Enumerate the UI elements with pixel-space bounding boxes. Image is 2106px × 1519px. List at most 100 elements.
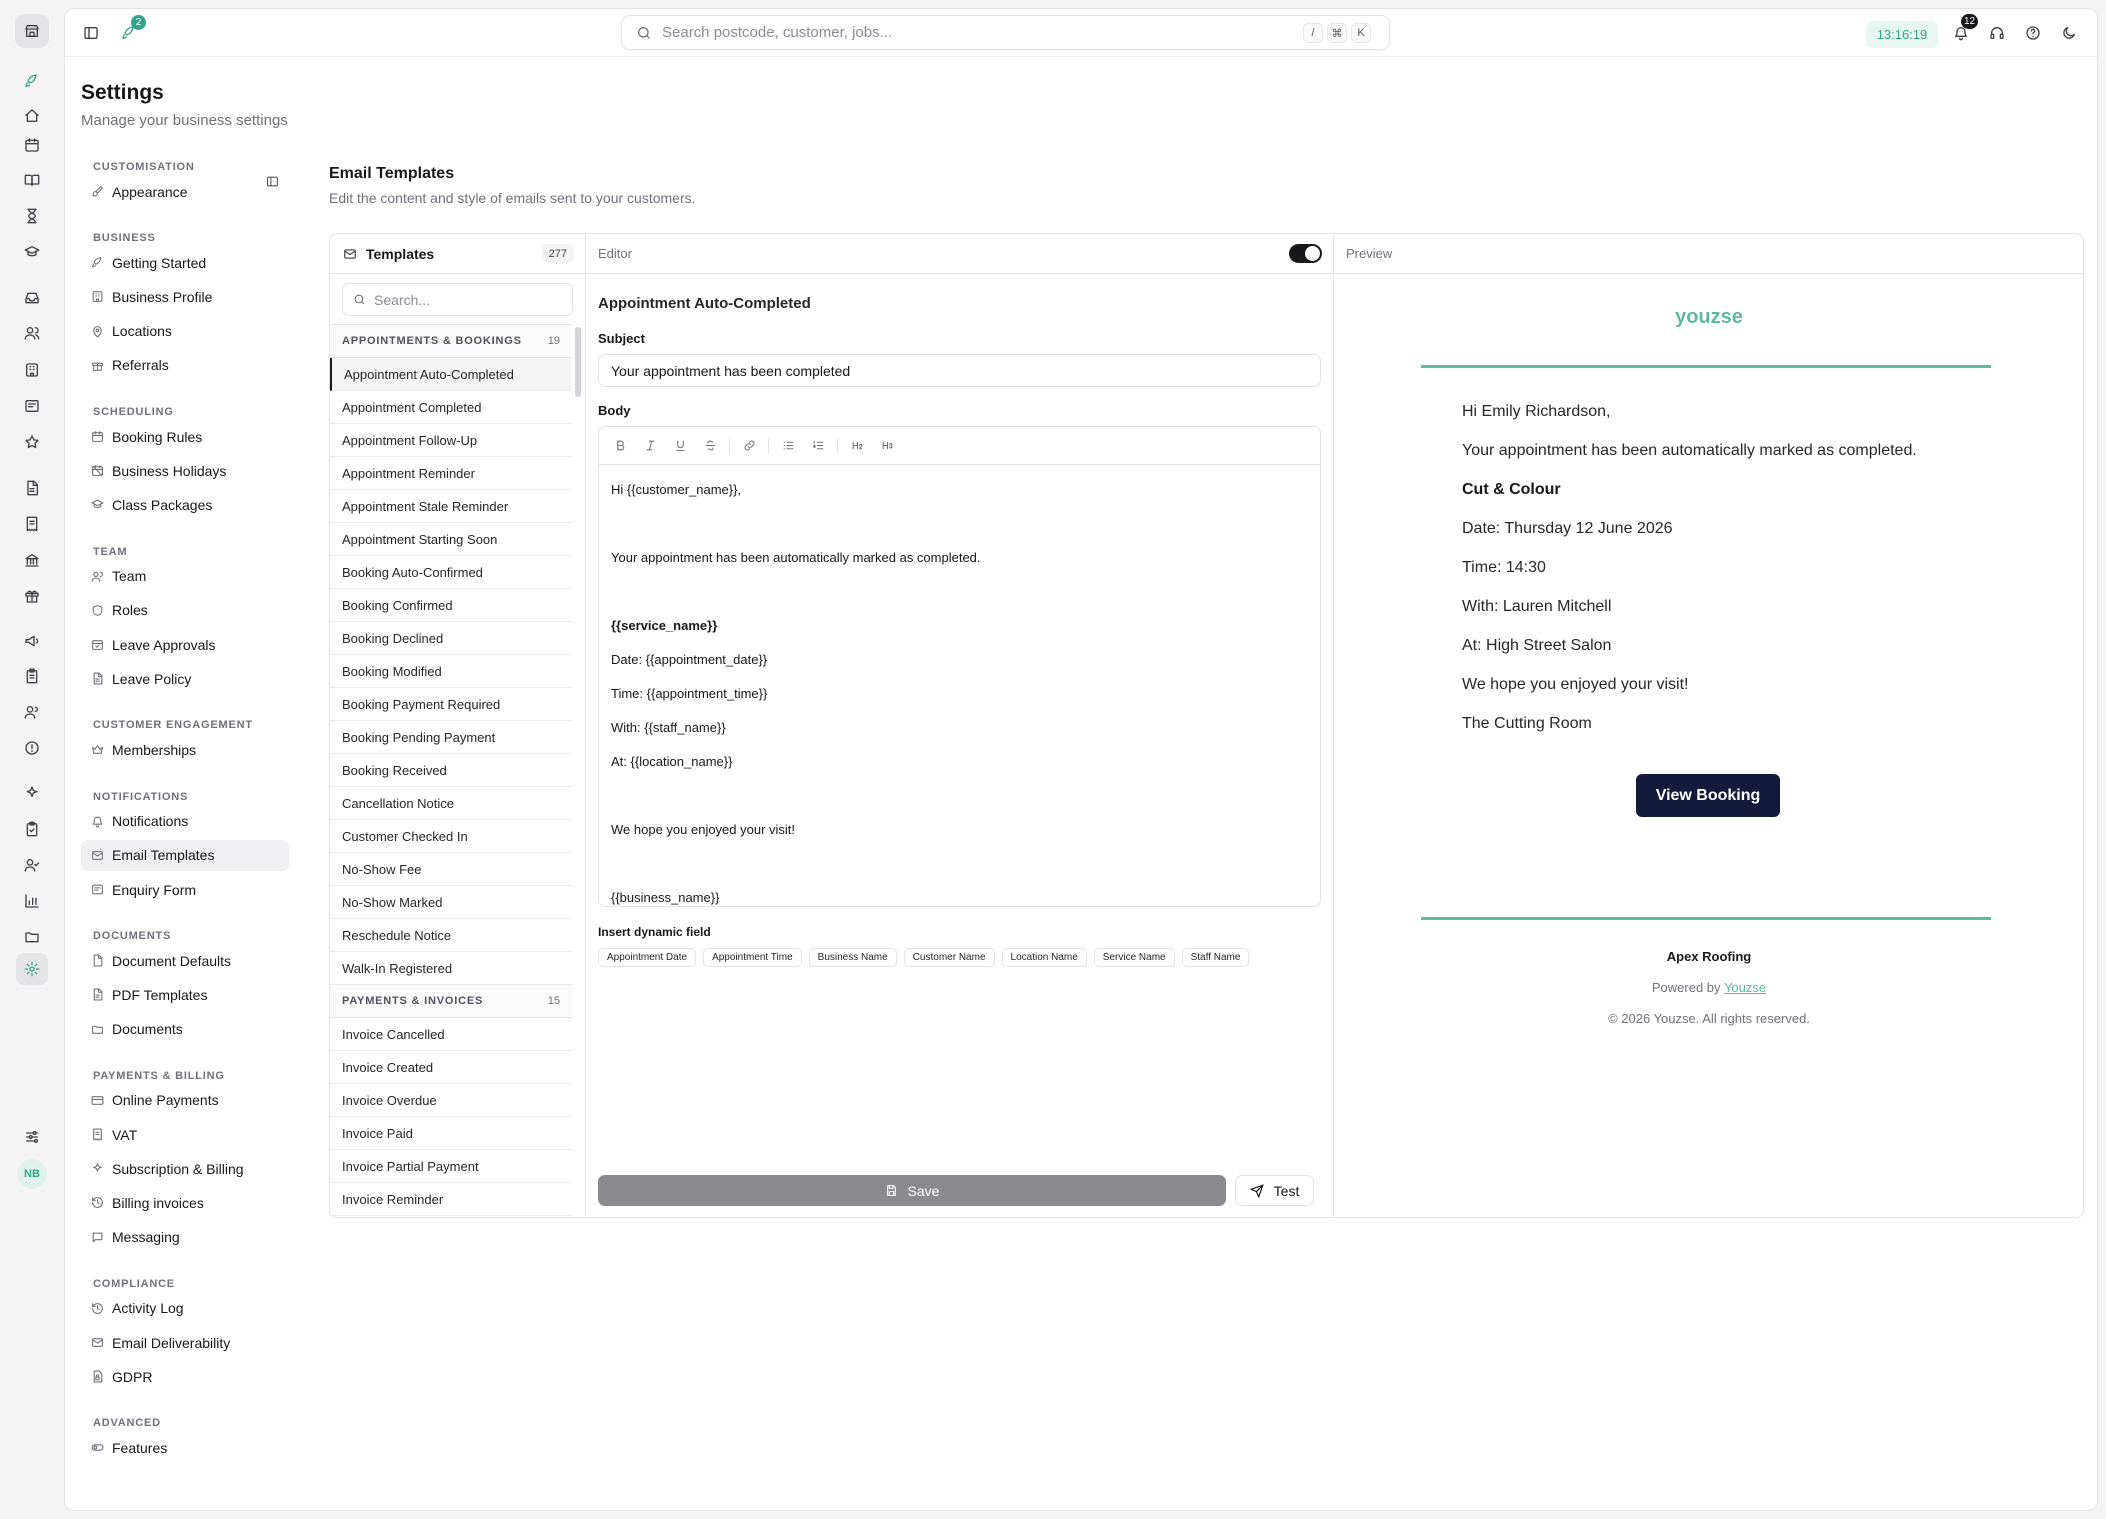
rocket-icon[interactable]	[16, 65, 48, 97]
italic-icon[interactable]	[639, 435, 661, 457]
body-editor[interactable]: Hi {{customer_name}}, Your appointment ha…	[598, 426, 1321, 907]
help-icon[interactable]	[2021, 21, 2045, 45]
nav-item-notifications[interactable]: Notifications	[81, 806, 289, 837]
building-icon[interactable]	[16, 354, 48, 386]
nav-item-online-payments[interactable]: Online Payments	[81, 1085, 289, 1116]
nav-item-features[interactable]: Features	[81, 1432, 289, 1463]
nav-item-business-holidays[interactable]: Business Holidays	[81, 455, 289, 486]
nav-item-referrals[interactable]: Referrals	[81, 350, 289, 381]
file-text-icon[interactable]	[16, 472, 48, 504]
template-list-item[interactable]: Appointment Auto-Completed	[330, 358, 572, 391]
numbered-list-icon[interactable]	[807, 435, 829, 457]
home-icon[interactable]	[16, 100, 48, 132]
nav-item-documents[interactable]: Documents	[81, 1014, 289, 1045]
headset-icon[interactable]	[1985, 21, 2009, 45]
template-list-item[interactable]: Booking Modified	[330, 655, 572, 688]
clipboard-check-icon[interactable]	[16, 813, 48, 845]
alert-circle-icon[interactable]	[16, 732, 48, 764]
template-list-item[interactable]: Booking Auto-Confirmed	[330, 556, 572, 589]
template-list-item[interactable]: Appointment Completed	[330, 391, 572, 424]
nav-item-email-deliverability[interactable]: Email Deliverability	[81, 1327, 289, 1358]
calendar-icon[interactable]	[16, 129, 48, 161]
star-icon[interactable]	[16, 426, 48, 458]
template-list-item[interactable]: Cancellation Notice	[330, 787, 572, 820]
body-content[interactable]: Hi {{customer_name}}, Your appointment ha…	[611, 473, 1308, 915]
dynamic-field-business-name[interactable]: Business Name	[808, 948, 897, 967]
link-icon[interactable]	[738, 435, 760, 457]
nav-item-document-defaults[interactable]: Document Defaults	[81, 945, 289, 976]
nav-item-booking-rules[interactable]: Booking Rules	[81, 421, 289, 452]
template-list-item[interactable]: Customer Checked In	[330, 820, 572, 853]
nav-item-roles[interactable]: Roles	[81, 595, 289, 626]
settings-gear-icon[interactable]	[16, 953, 48, 985]
nav-item-memberships[interactable]: Memberships	[81, 734, 289, 765]
nav-item-enquiry-form[interactable]: Enquiry Form	[81, 874, 289, 905]
dynamic-field-location-name[interactable]: Location Name	[1001, 948, 1087, 967]
user-group-icon[interactable]	[16, 696, 48, 728]
avatar[interactable]: NB	[17, 1159, 47, 1189]
template-list-item[interactable]: Reschedule Notice	[330, 919, 572, 952]
subject-input[interactable]	[598, 354, 1321, 387]
nav-item-messaging[interactable]: Messaging	[81, 1222, 289, 1253]
users-icon[interactable]	[16, 317, 48, 349]
hourglass-icon[interactable]	[16, 200, 48, 232]
nav-item-billing-invoices[interactable]: Billing invoices	[81, 1187, 289, 1218]
heading-2-icon[interactable]	[846, 435, 868, 457]
template-list-item[interactable]: Appointment Starting Soon	[330, 523, 572, 556]
store-icon[interactable]	[15, 14, 49, 48]
book-icon[interactable]	[16, 164, 48, 196]
enabled-toggle[interactable]	[1289, 244, 1322, 263]
bold-icon[interactable]	[609, 435, 631, 457]
sidebar-toggle-icon[interactable]	[79, 21, 103, 45]
template-list-item[interactable]: Invoice Paid	[330, 1117, 572, 1150]
heading-3-icon[interactable]	[876, 435, 898, 457]
nav-item-team[interactable]: Team	[81, 561, 289, 592]
bank-icon[interactable]	[16, 544, 48, 576]
dynamic-field-service-name[interactable]: Service Name	[1093, 948, 1175, 967]
template-list-item[interactable]: Booking Received	[330, 754, 572, 787]
folder-icon[interactable]	[16, 921, 48, 953]
moon-icon[interactable]	[2057, 21, 2081, 45]
template-list-item[interactable]: Booking Confirmed	[330, 589, 572, 622]
template-list-item[interactable]: No-Show Fee	[330, 853, 572, 886]
template-list-item[interactable]: No-Show Marked	[330, 886, 572, 919]
template-group-payments-and-invoices[interactable]: Payments & Invoices 15	[330, 985, 572, 1018]
template-list-item[interactable]: Appointment Follow-Up	[330, 424, 572, 457]
powered-by-link[interactable]: Youzse	[1724, 980, 1766, 995]
search-input[interactable]	[662, 24, 1262, 41]
dynamic-field-customer-name[interactable]: Customer Name	[903, 948, 995, 967]
template-list-item[interactable]: Invoice Created	[330, 1051, 572, 1084]
template-list-item[interactable]: Invoice Cancelled	[330, 1018, 572, 1051]
template-list-item[interactable]: Invoice Partial Payment	[330, 1150, 572, 1183]
nav-item-business-profile[interactable]: Business Profile	[81, 281, 289, 312]
template-list-item[interactable]: Appointment Stale Reminder	[330, 490, 572, 523]
template-list-item[interactable]: Invoice Overdue	[330, 1084, 572, 1117]
nav-item-email-templates[interactable]: Email Templates	[81, 839, 289, 871]
clipboard-list-icon[interactable]	[16, 660, 48, 692]
bar-chart-icon[interactable]	[16, 885, 48, 917]
nav-item-leave-approvals[interactable]: Leave Approvals	[81, 629, 289, 660]
global-search[interactable]: / ⌘ K	[621, 15, 1390, 50]
nav-item-appearance[interactable]: Appearance	[81, 176, 289, 207]
nav-item-pdf-templates[interactable]: PDF Templates	[81, 979, 289, 1010]
sparkles-icon[interactable]	[16, 777, 48, 809]
inbox-icon[interactable]	[16, 282, 48, 314]
view-booking-button[interactable]: View Booking	[1636, 774, 1780, 817]
template-list-item[interactable]: Booking Pending Payment	[330, 721, 572, 754]
template-list-item[interactable]: Appointment Reminder	[330, 457, 572, 490]
template-list-item[interactable]: Booking Payment Required	[330, 688, 572, 721]
dynamic-field-staff-name[interactable]: Staff Name	[1181, 948, 1250, 967]
nav-item-leave-policy[interactable]: Leave Policy	[81, 663, 289, 694]
template-list-item[interactable]: Walk-In Registered	[330, 952, 572, 985]
template-search[interactable]	[342, 283, 573, 316]
clipboard-icon[interactable]	[16, 390, 48, 422]
nav-item-getting-started[interactable]: Getting Started	[81, 247, 289, 278]
nav-item-class-packages[interactable]: Class Packages	[81, 489, 289, 520]
user-check-icon[interactable]	[16, 849, 48, 881]
gift-icon[interactable]	[16, 580, 48, 612]
template-list-item[interactable]: Invoice Reminder	[330, 1183, 572, 1216]
graduation-cap-icon[interactable]	[16, 236, 48, 268]
nav-item-activity-log[interactable]: Activity Log	[81, 1293, 289, 1324]
template-search-input[interactable]	[374, 291, 564, 308]
template-list-item[interactable]: Booking Declined	[330, 622, 572, 655]
